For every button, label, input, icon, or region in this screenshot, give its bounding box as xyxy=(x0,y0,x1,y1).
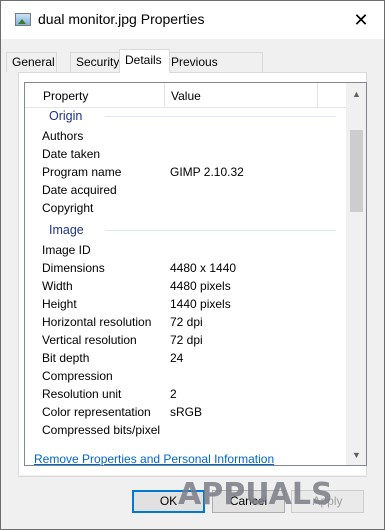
details-list[interactable]: Property Value Origin Authors Date taken… xyxy=(24,82,367,466)
property-name: Program name xyxy=(42,165,122,179)
divider xyxy=(1,475,384,476)
details-panel: Property Value Origin Authors Date taken… xyxy=(18,72,367,477)
list-item[interactable]: Horizontal resolution 72 dpi xyxy=(25,313,346,331)
property-value: 2 xyxy=(170,387,177,401)
property-value: GIMP 2.10.32 xyxy=(170,165,244,179)
property-value: 1440 pixels xyxy=(170,297,231,311)
property-name: Width xyxy=(42,279,73,293)
tab-general[interactable]: General xyxy=(6,52,57,72)
list-item[interactable]: Date acquired xyxy=(25,181,346,199)
ok-button[interactable]: OK xyxy=(132,490,205,513)
property-value: sRGB xyxy=(170,405,203,419)
image-file-icon xyxy=(15,13,31,26)
group-label: Image xyxy=(49,223,84,237)
list-item[interactable]: Height 1440 pixels xyxy=(25,295,346,313)
property-name: Compression xyxy=(42,369,113,383)
list-item[interactable]: Dimensions 4480 x 1440 xyxy=(25,259,346,277)
title-bar: dual monitor.jpg Properties ✕ xyxy=(1,1,384,39)
property-name: Date acquired xyxy=(42,183,117,197)
list-item[interactable]: Width 4480 pixels xyxy=(25,277,346,295)
property-name: Color representation xyxy=(42,405,151,419)
list-item[interactable]: Copyright xyxy=(25,199,346,217)
group-header-image: Image xyxy=(25,221,346,239)
group-divider xyxy=(105,230,336,231)
property-name: Dimensions xyxy=(42,261,105,275)
window-title: dual monitor.jpg Properties xyxy=(38,11,205,27)
group-divider xyxy=(105,116,336,117)
column-header-property[interactable]: Property xyxy=(30,83,88,107)
group-header-origin: Origin xyxy=(25,107,346,125)
vertical-scrollbar[interactable]: ▲ ▼ xyxy=(346,83,366,465)
column-divider[interactable] xyxy=(317,83,318,107)
tab-details[interactable]: Details xyxy=(119,49,170,73)
property-name: Copyright xyxy=(42,201,94,215)
apply-button[interactable]: Apply xyxy=(291,490,364,513)
close-button[interactable]: ✕ xyxy=(338,1,384,39)
list-item[interactable]: Program name GIMP 2.10.32 xyxy=(25,163,346,181)
column-header-value[interactable]: Value xyxy=(158,83,201,107)
property-name: Bit depth xyxy=(42,351,90,365)
list-item[interactable]: Compressed bits/pixel xyxy=(25,421,346,439)
list-item[interactable]: Resolution unit 2 xyxy=(25,385,346,403)
cancel-button[interactable]: Cancel xyxy=(212,490,285,513)
tab-strip: General Security Details Previous Versio… xyxy=(1,39,384,88)
scroll-up-icon[interactable]: ▲ xyxy=(347,85,366,102)
property-value: 72 dpi xyxy=(170,333,203,347)
property-value: 4480 x 1440 xyxy=(170,261,237,275)
list-item[interactable]: Vertical resolution 72 dpi xyxy=(25,331,346,349)
tab-security[interactable]: Security xyxy=(70,52,126,72)
list-item[interactable]: Bit depth 24 xyxy=(25,349,346,367)
scrollbar-thumb[interactable] xyxy=(350,130,363,212)
scroll-down-icon[interactable]: ▼ xyxy=(347,446,366,463)
list-item[interactable]: Compression xyxy=(25,367,346,385)
property-name: Authors xyxy=(42,129,84,143)
property-name: Resolution unit xyxy=(42,387,122,401)
group-label: Origin xyxy=(49,109,83,123)
list-item[interactable]: Authors xyxy=(25,127,346,145)
property-name: Date taken xyxy=(42,147,101,161)
property-value: 72 dpi xyxy=(170,315,203,329)
list-item[interactable]: Image ID xyxy=(25,241,346,259)
property-name: Image ID xyxy=(42,243,91,257)
list-item[interactable]: Color representation sRGB xyxy=(25,403,346,421)
property-name: Horizontal resolution xyxy=(42,315,152,329)
list-item[interactable]: Date taken xyxy=(25,145,346,163)
property-name: Compressed bits/pixel xyxy=(42,423,161,437)
property-name: Vertical resolution xyxy=(42,333,137,347)
tab-previous-versions[interactable]: Previous Versions xyxy=(165,52,263,88)
property-value: 24 xyxy=(170,351,184,365)
properties-dialog: dual monitor.jpg Properties ✕ General Se… xyxy=(0,0,385,530)
property-name: Height xyxy=(42,297,77,311)
property-value: 4480 pixels xyxy=(170,279,231,293)
list-header: Property Value xyxy=(25,83,346,108)
remove-properties-link[interactable]: Remove Properties and Personal Informati… xyxy=(34,452,274,466)
